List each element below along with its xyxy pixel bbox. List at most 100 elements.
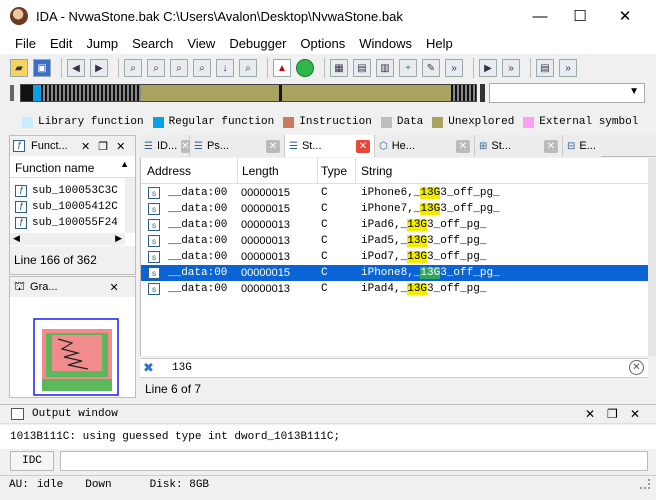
- panel-close-icon[interactable]: ✕: [110, 281, 119, 294]
- toolbar: ▰ ▣ ◀ ▶ ⌕ ⌕ ⌕ ⌕ ↓ ⌕ ▲ ▦ ▤ ▥ + ✎ » ▶ » ▤ …: [0, 54, 656, 82]
- functions-panel-title: Funct...: [31, 140, 68, 152]
- tab-ida-view[interactable]: ☰ ID... ✕: [140, 135, 190, 157]
- vertical-scrollbar[interactable]: [648, 158, 656, 356]
- column-address[interactable]: Address: [147, 164, 191, 178]
- tab-pseudocode[interactable]: ☰ Ps... ✕: [190, 135, 285, 157]
- patch-icon[interactable]: ✎: [422, 59, 440, 77]
- more-icon[interactable]: »: [502, 59, 520, 77]
- menu-debugger[interactable]: Debugger: [222, 36, 293, 51]
- navigation-band[interactable]: [20, 84, 477, 102]
- more-icon[interactable]: »: [445, 59, 463, 77]
- column-type[interactable]: Type: [321, 164, 347, 178]
- horizontal-scrollbar[interactable]: ◀ ▶: [10, 233, 125, 245]
- menu-edit[interactable]: Edit: [43, 36, 79, 51]
- vertical-scrollbar[interactable]: [125, 178, 135, 233]
- close-button[interactable]: ✕: [602, 0, 648, 32]
- output-window-body[interactable]: 1013B111C: using guessed type int dword_…: [0, 425, 656, 449]
- panel-close-icon[interactable]: ✕: [585, 407, 595, 421]
- close-icon[interactable]: ✕: [181, 139, 190, 153]
- output-window-icon: [11, 408, 24, 420]
- column-string[interactable]: String: [361, 164, 392, 178]
- tab-enums[interactable]: ⊟ E...: [563, 135, 601, 157]
- close-icon[interactable]: ✕: [456, 139, 470, 153]
- tab-structures[interactable]: ⊞ St... ✕: [475, 135, 563, 157]
- search-direction: Down: [85, 478, 112, 491]
- au-state: idle: [36, 478, 64, 491]
- scroll-right-icon[interactable]: ▶: [115, 233, 122, 245]
- menu-windows[interactable]: Windows: [352, 36, 419, 51]
- add-icon[interactable]: +: [399, 59, 417, 77]
- close-icon[interactable]: ✕: [356, 139, 370, 153]
- tab-hex-view[interactable]: ⬡ He... ✕: [375, 135, 475, 157]
- filter-input[interactable]: 13G: [172, 362, 192, 374]
- table-row[interactable]: s __data:00 00000015 C iPhone6,_13G3_off…: [141, 185, 649, 201]
- disk-space: Disk: 8GB: [149, 478, 210, 491]
- graph-panel-title: Gra...: [30, 281, 58, 293]
- menu-search[interactable]: Search: [125, 36, 180, 51]
- column-divider: [317, 158, 318, 184]
- search-text-icon[interactable]: ⌕: [147, 59, 165, 77]
- function-name-column-header[interactable]: Function name ▲: [10, 158, 135, 178]
- menu-jump[interactable]: Jump: [79, 36, 125, 51]
- menu-file[interactable]: File: [8, 36, 43, 51]
- enum-icon[interactable]: ▥: [376, 59, 394, 77]
- function-list-item[interactable]: f sub_100055F24: [15, 215, 127, 231]
- graph-overview-thumbnail[interactable]: [12, 299, 132, 397]
- table-row[interactable]: s __data:00 00000013 C iPod7,_13G3_off_p…: [141, 249, 649, 265]
- search-binary-icon[interactable]: ⌕: [170, 59, 188, 77]
- debugger-icon[interactable]: ▤: [536, 59, 554, 77]
- resize-grip-icon[interactable]: [640, 479, 650, 489]
- scroll-left-icon[interactable]: ◀: [13, 233, 20, 245]
- menu-options[interactable]: Options: [293, 36, 352, 51]
- menu-view[interactable]: View: [180, 36, 222, 51]
- strings-table-header: Address Length Type String: [141, 158, 649, 184]
- close-icon[interactable]: ✕: [266, 139, 280, 153]
- search-imm-icon[interactable]: ⌕: [239, 59, 257, 77]
- column-divider: [355, 158, 356, 184]
- search-hex-icon[interactable]: ⌕: [124, 59, 142, 77]
- back-arrow-icon[interactable]: ◀: [67, 59, 85, 77]
- hex-view-icon[interactable]: ▦: [330, 59, 348, 77]
- search-next-icon[interactable]: ⌕: [193, 59, 211, 77]
- navband-scroll-marker: [480, 84, 485, 102]
- breakpoint-icon[interactable]: ▲: [273, 59, 291, 77]
- table-row[interactable]: s __data:00 00000013 C iPad4,_13G3_off_p…: [141, 281, 649, 297]
- table-row[interactable]: s __data:00 00000013 C iPad5,_13G3_off_p…: [141, 233, 649, 249]
- segment-combobox[interactable]: ▼: [489, 83, 645, 103]
- command-line-row: IDC: [0, 449, 656, 473]
- close-icon[interactable]: ✕: [544, 139, 558, 153]
- close-filter-icon[interactable]: ✖: [143, 360, 154, 376]
- clear-filter-icon[interactable]: ✕: [629, 360, 644, 375]
- strings-icon: ☰: [289, 140, 298, 152]
- command-input[interactable]: [60, 451, 648, 471]
- panel-float-icon[interactable]: ❐: [98, 140, 108, 153]
- menu-help[interactable]: Help: [419, 36, 460, 51]
- panel-close-icon[interactable]: ✕: [81, 140, 90, 153]
- open-folder-icon[interactable]: ▰: [10, 59, 28, 77]
- table-row[interactable]: s __data:00 00000013 C iPad6,_13G3_off_p…: [141, 217, 649, 233]
- output-window-title: Output window: [32, 408, 118, 420]
- column-length[interactable]: Length: [242, 164, 279, 178]
- panel-close-icon[interactable]: ✕: [116, 140, 125, 153]
- toolbar-separator: [473, 58, 474, 78]
- panel-float-icon[interactable]: ❐: [607, 407, 618, 421]
- play-icon[interactable]: ▶: [479, 59, 497, 77]
- struct-icon[interactable]: ▤: [353, 59, 371, 77]
- table-row[interactable]: s __data:00 00000015 C iPhone7,_13G3_off…: [141, 201, 649, 217]
- table-row-selected[interactable]: s __data:00 00000015 C iPhone8,_13G3_off…: [141, 265, 649, 281]
- forward-arrow-icon[interactable]: ▶: [90, 59, 108, 77]
- panel-close-icon[interactable]: ✕: [630, 407, 640, 421]
- save-icon[interactable]: ▣: [33, 59, 51, 77]
- function-list-item[interactable]: f sub_100053C3C: [15, 183, 127, 199]
- function-list-item[interactable]: f sub_10005412C: [15, 199, 127, 215]
- output-window-header: Output window ✕ ❐ ✕: [0, 404, 656, 424]
- more-icon[interactable]: »: [559, 59, 577, 77]
- run-green-icon[interactable]: [296, 59, 314, 77]
- maximize-button[interactable]: ☐: [557, 0, 603, 32]
- down-arrow-icon[interactable]: ↓: [216, 59, 234, 77]
- output-line: 1013B111C: using guessed type int dword_…: [10, 431, 341, 443]
- tab-strings[interactable]: ☰ St... ✕: [285, 135, 375, 157]
- navigation-band-row: ▼: [0, 82, 656, 104]
- color-legend: Library function Regular function Instru…: [0, 113, 656, 131]
- idc-language-button[interactable]: IDC: [10, 451, 54, 471]
